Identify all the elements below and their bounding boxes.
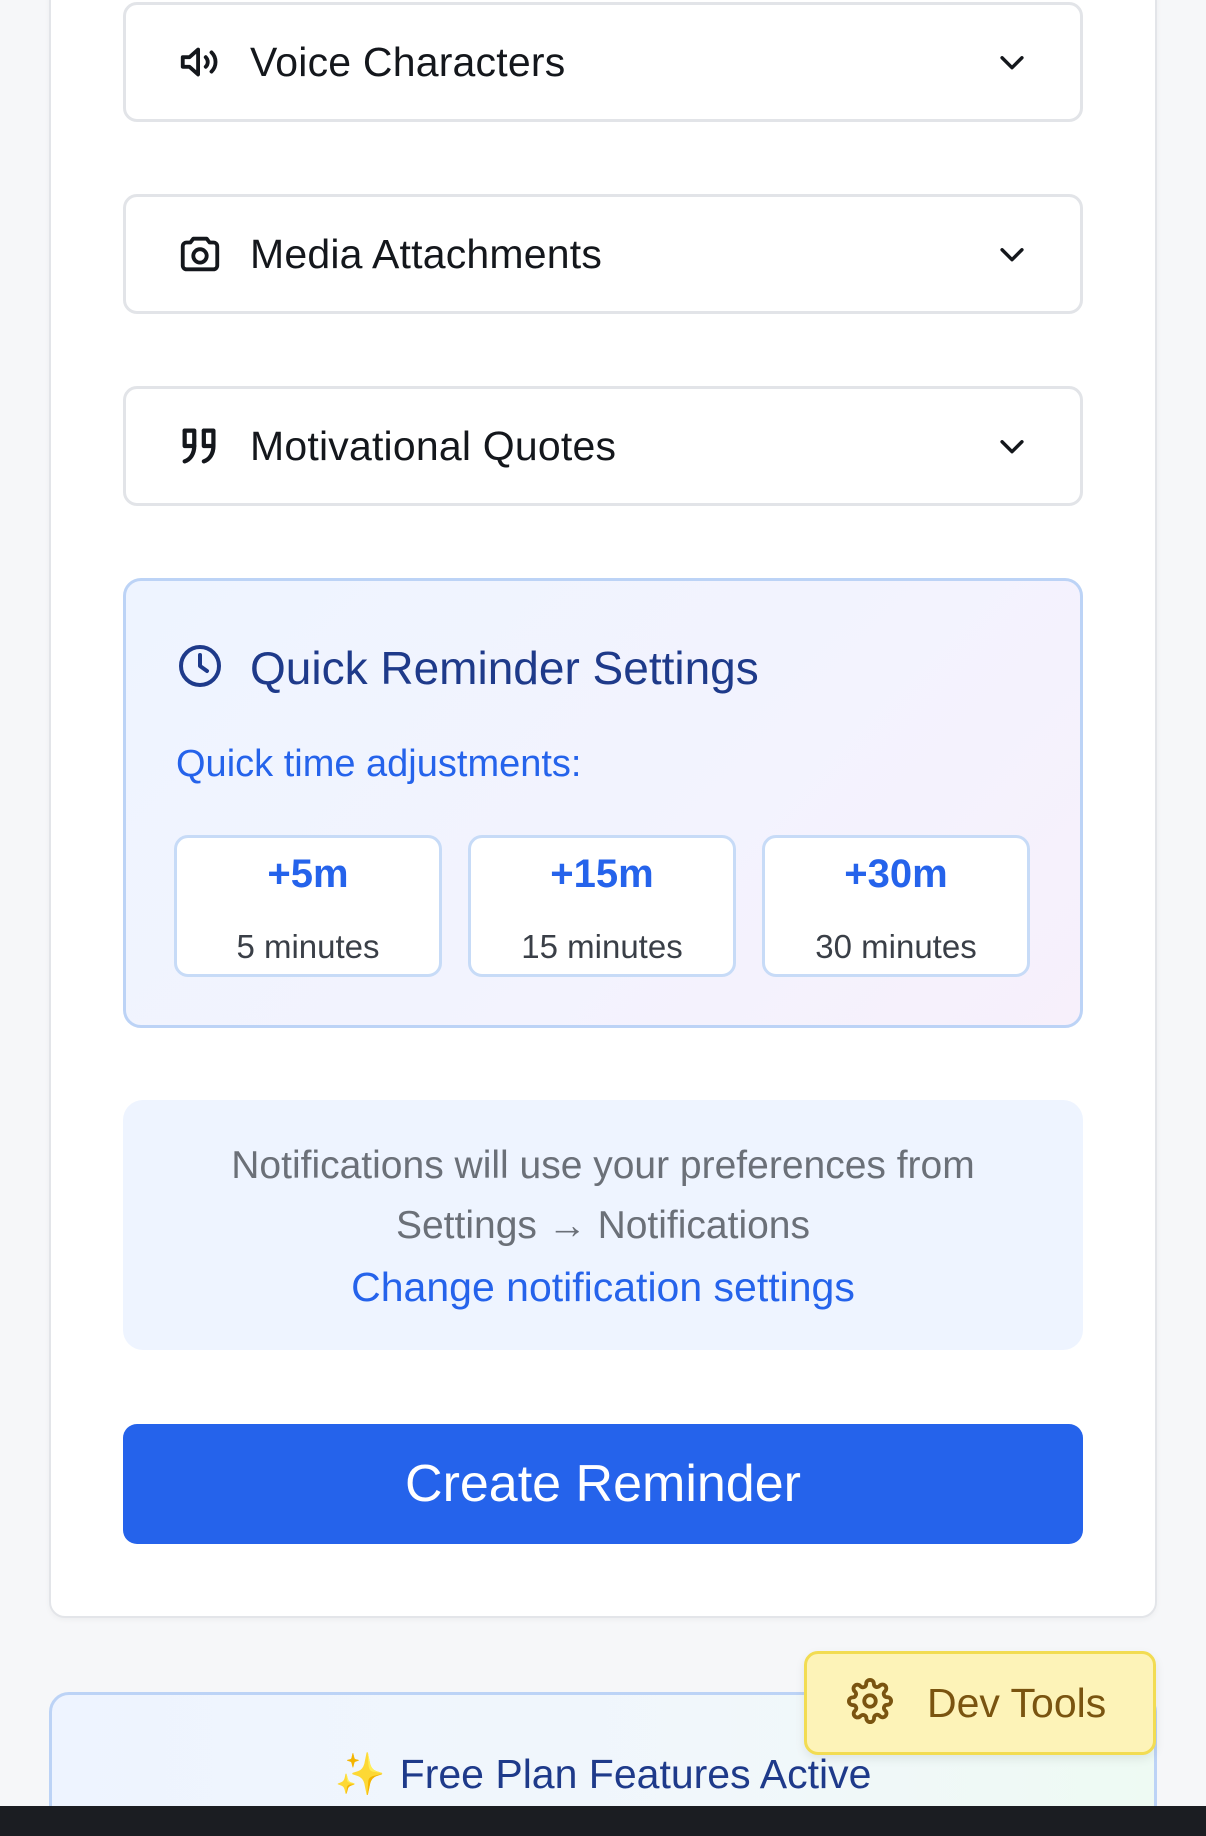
quick-add-30m-button[interactable]: +30m 30 minutes [762, 835, 1030, 977]
accordion-label: Media Attachments [250, 230, 603, 277]
chip-caption: 5 minutes [236, 928, 380, 965]
dev-tools-button[interactable]: Dev Tools [804, 1651, 1156, 1755]
quote-icon [176, 422, 224, 470]
chip-caption: 30 minutes [815, 928, 977, 965]
chevron-down-icon [994, 44, 1030, 80]
notice-text-line-2: Settings → Notifications [395, 1204, 810, 1247]
quick-reminder-panel: Quick Reminder Settings Quick time adjus… [123, 578, 1083, 1028]
quick-time-subtitle: Quick time adjustments: [176, 743, 582, 785]
accordion-media-attachments[interactable]: Media Attachments [123, 194, 1083, 314]
chevron-down-icon [994, 428, 1030, 464]
chip-caption: 15 minutes [521, 928, 683, 965]
chip-value: +30m [844, 852, 948, 896]
sparkles-icon: ✨ [334, 1751, 386, 1797]
accordion-label: Voice Characters [250, 38, 566, 85]
notification-notice: Notifications will use your preferences … [123, 1100, 1083, 1350]
quick-add-15m-button[interactable]: +15m 15 minutes [468, 835, 736, 977]
accordion-label: Motivational Quotes [250, 422, 617, 469]
chip-value: +5m [267, 852, 349, 896]
bottom-system-bar [0, 1806, 1206, 1836]
quick-reminder-header: Quick Reminder Settings [176, 641, 759, 695]
create-reminder-button[interactable]: Create Reminder [123, 1424, 1083, 1544]
change-notification-settings-link[interactable]: Change notification settings [123, 1264, 1083, 1311]
chevron-down-icon [994, 236, 1030, 272]
camera-icon [176, 230, 224, 278]
speaker-icon [176, 38, 224, 86]
free-plan-text-row: ✨ Free Plan Features Active [52, 1751, 1154, 1799]
notice-text-line-1: Notifications will use your preferences … [231, 1144, 975, 1187]
dev-tools-label: Dev Tools [927, 1679, 1107, 1726]
quick-reminder-title: Quick Reminder Settings [250, 642, 759, 694]
accordion-motivational-quotes[interactable]: Motivational Quotes [123, 386, 1083, 506]
accordion-voice-characters[interactable]: Voice Characters [123, 2, 1083, 122]
clock-icon [176, 642, 224, 695]
quick-add-5m-button[interactable]: +5m 5 minutes [174, 835, 442, 977]
gear-icon [847, 1677, 893, 1729]
free-plan-label: Free Plan Features Active [399, 1751, 872, 1797]
page: Voice Characters Media Attachments Motiv… [0, 0, 1206, 1836]
chip-value: +15m [550, 852, 654, 896]
